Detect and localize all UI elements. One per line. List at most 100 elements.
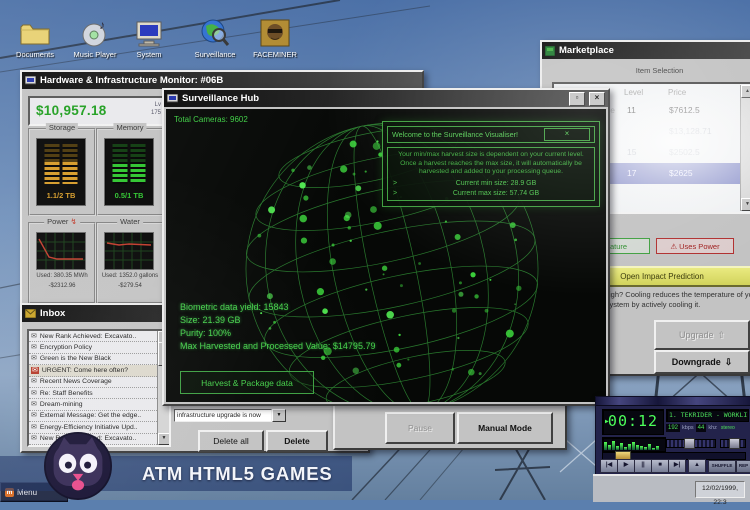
power-gauge: Power ↯ Used: 380.35 MWh -$2312.96: [28, 222, 96, 304]
power-used: Used: 380.35 MWh: [30, 272, 94, 280]
play-button[interactable]: ▶: [617, 459, 635, 473]
email-row[interactable]: ✉Re: Staff Benefits: [29, 388, 169, 399]
taskbar-right: 12/02/1999, 22:3: [593, 474, 750, 502]
scroll-down-icon[interactable]: ▼: [741, 198, 750, 211]
icon-label: Music Player: [66, 50, 124, 59]
marketplace-icon: [545, 46, 555, 56]
dropdown-value: infrastructure upgrade is now: [174, 409, 272, 422]
warning-icon: ⚠: [670, 242, 677, 251]
hardware-monitor-titlebar[interactable]: Hardware & Infrastructure Monitor: #06B: [22, 72, 422, 89]
monitor-icon: [25, 76, 36, 86]
atm-cat-logo: [34, 432, 122, 500]
window-title: Marketplace: [559, 45, 614, 56]
envelope-icon: ✉: [31, 412, 37, 419]
power-graph: [37, 233, 85, 269]
icon-label: FACEMINER: [246, 50, 304, 59]
stop-button[interactable]: ■: [651, 459, 669, 473]
music-player-window: ▶ 00:12 1. TEKRIDER - WORKLIFE (3:4 192 …: [595, 396, 750, 476]
dialog-close-icon[interactable]: ×: [544, 128, 590, 141]
storage-gauge: Storage 1.1/2 TB: [28, 128, 96, 216]
globe-magnifier-icon: [186, 18, 244, 48]
memory-gauge: Memory 0.5/1 TB: [96, 128, 164, 216]
player-titlebar[interactable]: [596, 397, 750, 406]
repeat-toggle[interactable]: REP: [736, 460, 750, 473]
email-row[interactable]: ✉New Rank Achieved: Excavato..: [29, 331, 169, 342]
water-used: Used: 1352.0 gallons: [98, 272, 162, 280]
computer-icon: [124, 18, 174, 48]
samplerate-value: 44: [696, 424, 707, 432]
total-cameras: Total Cameras: 9602: [174, 115, 248, 124]
email-row[interactable]: ✉Recent News Coverage: [29, 377, 169, 388]
face-icon: [246, 18, 304, 48]
water-gauge: Water Used: 1352.0 gallons -$279.54: [96, 222, 164, 304]
music-cd-icon: ♪: [66, 18, 124, 48]
upgrade-button[interactable]: Upgrade⇧: [654, 320, 750, 350]
memory-bars: [113, 144, 146, 184]
maximize-button[interactable]: ▫: [569, 92, 585, 106]
spectrum-analyzer: [602, 437, 666, 452]
chevron-icon: >: [393, 190, 403, 197]
close-button[interactable]: ×: [589, 92, 605, 106]
manual-mode-button[interactable]: Manual Mode: [457, 412, 553, 444]
envelope-icon: ✉: [31, 355, 37, 362]
dropdown-arrow-icon[interactable]: ▼: [272, 409, 286, 422]
scroll-up-icon[interactable]: ▲: [741, 85, 750, 98]
max-size-value: Current max size: 57.74 GB: [403, 190, 589, 197]
surveillance-titlebar[interactable]: Surveillance Hub ▫ ×: [164, 90, 608, 107]
balance-thumb[interactable]: [729, 438, 740, 449]
balance-slider[interactable]: [720, 439, 746, 448]
watermark-title: ATM HTML5 GAMES: [142, 463, 332, 485]
list-scrollbar[interactable]: ▲ ▼: [740, 85, 750, 211]
chevron-icon: >: [393, 180, 403, 187]
window-title: Surveillance Hub: [182, 93, 259, 104]
bitrate-value: 192: [666, 424, 680, 432]
stream-info: 192 kbps 44 khz stereo: [666, 423, 746, 433]
email-row[interactable]: ✉Dream-mining: [29, 399, 169, 410]
delete-button[interactable]: Delete: [266, 430, 328, 452]
envelope-icon: ✉: [31, 344, 37, 351]
marketplace-titlebar[interactable]: Marketplace ◄)): [542, 42, 750, 59]
upgrade-arrow-icon: ⇧: [717, 330, 725, 341]
level-fragment: Lv175: [151, 101, 161, 117]
email-list: ✉New Rank Achieved: Excavato.. ✉Encrypti…: [27, 329, 171, 447]
pause-button[interactable]: ||: [634, 459, 652, 473]
desktop-icon-surveillance[interactable]: Surveillance: [186, 18, 244, 59]
email-row[interactable]: ✉Encryption Policy: [29, 342, 169, 353]
welcome-dialog-titlebar: Welcome to the Surveillance Visualiser! …: [387, 126, 595, 143]
delete-all-button[interactable]: Delete all: [198, 430, 264, 452]
svg-text:♪: ♪: [99, 19, 105, 32]
welcome-dialog-body: Your min/max harvest size is dependent o…: [387, 147, 595, 201]
bitrate-unit: kbps: [682, 425, 694, 431]
harvest-purity: Purity: 100%: [180, 327, 375, 340]
icon-label: System: [124, 50, 174, 59]
harvest-stats: Biometric data yield: 15843 Size: 21.39 …: [180, 301, 375, 353]
pause-button[interactable]: Pause: [385, 412, 455, 444]
eject-button[interactable]: ▲: [688, 459, 706, 473]
water-cost: -$279.54: [98, 282, 162, 290]
urgent-envelope-icon: ✉: [31, 367, 39, 374]
envelope-icon: ✉: [31, 333, 37, 340]
shuffle-toggle[interactable]: SHUFFLE: [708, 460, 736, 473]
downgrade-button[interactable]: Downgrade⇩: [654, 350, 750, 374]
power-bolt-icon: ↯: [71, 217, 77, 226]
email-row[interactable]: ✉External Message: Get the edge..: [29, 411, 169, 422]
email-row[interactable]: ✉Green is the New Black: [29, 354, 169, 365]
harvest-package-button[interactable]: Harvest & Package data: [180, 371, 314, 394]
desktop-icon-system[interactable]: System: [124, 18, 174, 59]
window-title: Hardware & Infrastructure Monitor: #06B: [40, 75, 223, 86]
email-row-urgent[interactable]: ✉URGENT: Come here often?: [29, 365, 169, 376]
stereo-indicator: stereo: [721, 425, 735, 431]
next-button[interactable]: ▶|: [668, 459, 686, 473]
volume-thumb[interactable]: [684, 438, 695, 449]
previous-button[interactable]: |◀: [600, 459, 618, 473]
desktop-icon-faceminer[interactable]: FACEMINER: [246, 18, 304, 59]
monitor-icon: [167, 94, 178, 104]
desktop-icon-music-player[interactable]: ♪ Music Player: [66, 18, 124, 59]
desktop: { "colors": { "terminal_green": "#3ecf44…: [0, 0, 750, 500]
scroll-down-icon[interactable]: ▼: [158, 433, 170, 445]
email-subject-dropdown[interactable]: infrastructure upgrade is now ▼: [174, 409, 286, 422]
volume-slider[interactable]: [666, 439, 716, 448]
taskbar-clock: 12/02/1999, 22:3: [695, 481, 745, 498]
desktop-icon-documents[interactable]: Documents: [6, 18, 64, 59]
envelope-icon: ✉: [31, 378, 37, 385]
